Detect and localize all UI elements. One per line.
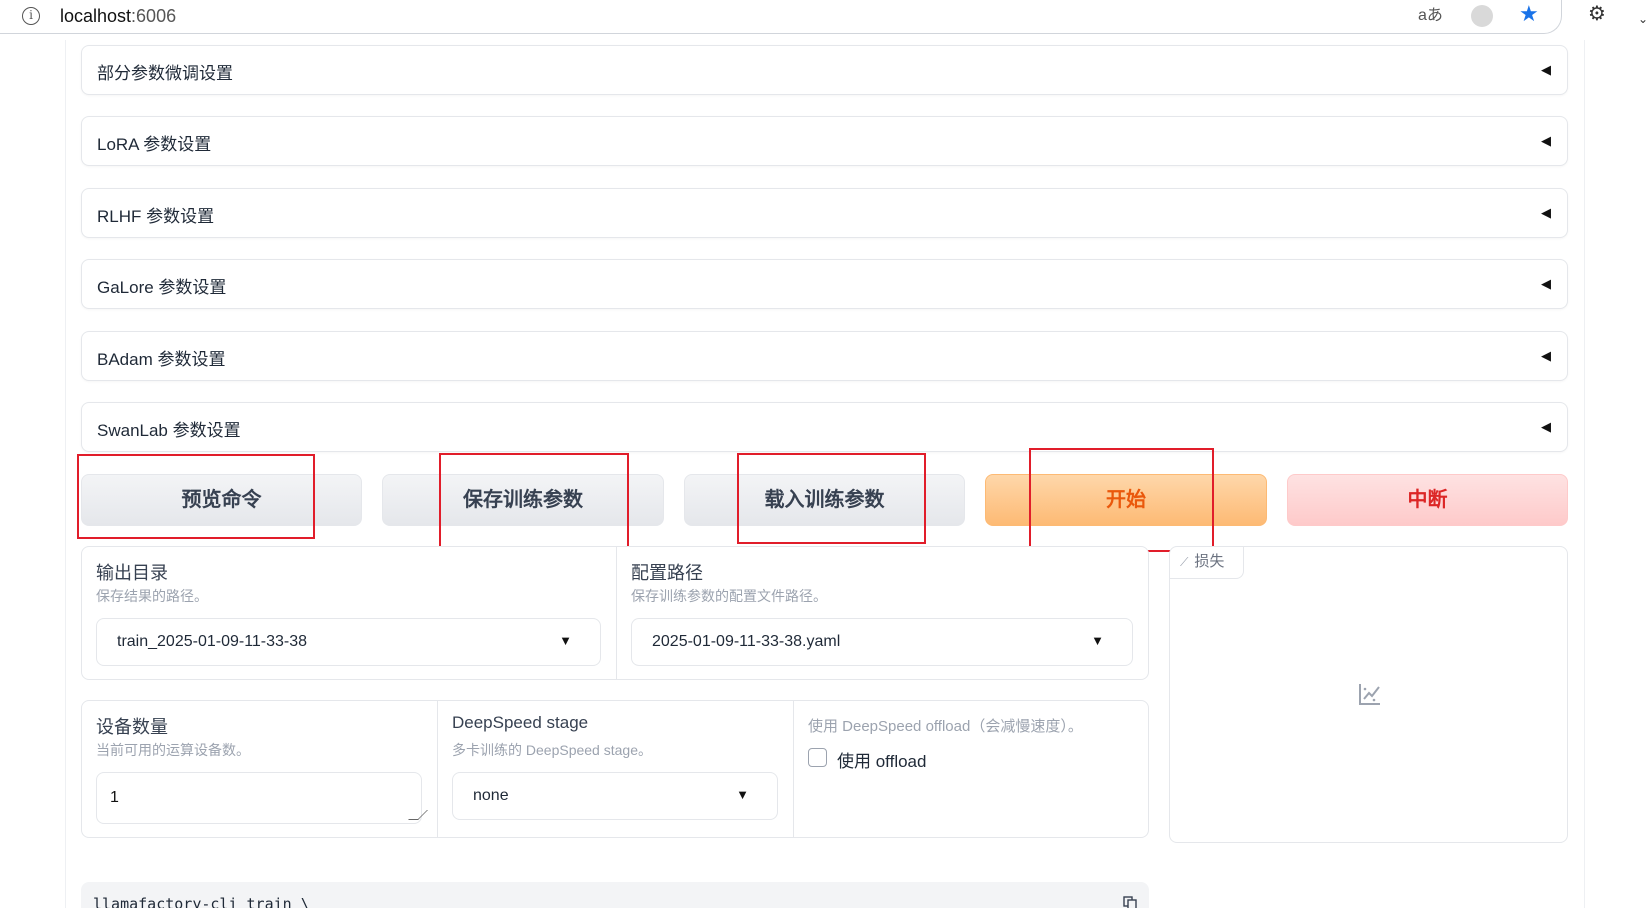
plot-tag-label: 损失 bbox=[1194, 553, 1225, 570]
ds-stage-label: DeepSpeed stage bbox=[452, 713, 589, 732]
ds-offload-checkbox-label[interactable]: 使用 offload bbox=[837, 747, 926, 772]
accordion-lora[interactable]: LoRA 参数设置 ◀ bbox=[81, 116, 1568, 166]
device-count-input[interactable]: 1 bbox=[96, 772, 428, 824]
ds-offload-field: 使用 DeepSpeed offload（会减慢速度）。 使用 offload bbox=[793, 701, 1148, 837]
config-path-dropdown[interactable]: 2025-01-09-11-33-38.yaml ▼ bbox=[631, 618, 1133, 666]
accordion-label: 部分参数微调设置 bbox=[97, 64, 233, 83]
ds-stage-info: 多卡训练的 DeepSpeed stage。 bbox=[452, 742, 652, 758]
chart-icon: ⟋ bbox=[1180, 555, 1189, 569]
device-count-value: 1 bbox=[110, 789, 119, 806]
collapse-arrow-icon: ◀ bbox=[1541, 419, 1551, 434]
caret-down-icon: ▼ bbox=[559, 633, 572, 648]
resize-handle-icon[interactable] bbox=[408, 810, 428, 820]
device-count-info: 当前可用的运算设备数。 bbox=[96, 742, 250, 758]
ds-stage-value: none bbox=[473, 787, 509, 804]
device-settings-panel: 设备数量 当前可用的运算设备数。 1 DeepSpeed stage 多卡训练的… bbox=[81, 700, 1149, 838]
plot-tag: ⟋ 损失 bbox=[1170, 547, 1244, 579]
refresh-icon[interactable] bbox=[1471, 5, 1493, 27]
page-right-rule bbox=[1584, 40, 1585, 908]
collapse-arrow-icon: ◀ bbox=[1541, 62, 1551, 77]
accordion-label: BAdam 参数设置 bbox=[97, 350, 226, 369]
output-dir-value: train_2025-01-09-11-33-38 bbox=[117, 633, 308, 650]
loss-plot-panel: ⟋ 损失 bbox=[1169, 546, 1568, 843]
config-path-field: 配置路径 保存训练参数的配置文件路径。 2025-01-09-11-33-38.… bbox=[616, 547, 1148, 679]
extensions-icon[interactable]: ⚙ bbox=[1588, 3, 1606, 25]
caret-down-icon: ▼ bbox=[736, 787, 749, 802]
address-bar[interactable]: i localhost:6006 aあ ★ bbox=[0, 0, 1562, 34]
accordion-rlhf[interactable]: RLHF 参数设置 ◀ bbox=[81, 188, 1568, 238]
output-settings-panel: 输出目录 保存结果的路径。 train_2025-01-09-11-33-38 … bbox=[81, 546, 1149, 680]
caret-down-icon: ▼ bbox=[1091, 633, 1104, 648]
url-host: localhost bbox=[60, 6, 132, 26]
accordion-freeze-tuning[interactable]: 部分参数微调设置 ◀ bbox=[81, 45, 1568, 95]
device-count-field: 设备数量 当前可用的运算设备数。 1 bbox=[82, 701, 437, 837]
accordion-swanlab[interactable]: SwanLab 参数设置 ◀ bbox=[81, 402, 1568, 452]
ds-stage-dropdown[interactable]: none ▼ bbox=[452, 772, 778, 820]
accordion-label: RLHF 参数设置 bbox=[97, 207, 215, 226]
start-button[interactable]: 开始 bbox=[985, 474, 1267, 526]
command-text: llamafactory-cli train \ bbox=[93, 895, 310, 908]
browser-toolbar: i localhost:6006 aあ ★ ⚙ ⌄ bbox=[0, 0, 1652, 40]
config-path-value: 2025-01-09-11-33-38.yaml bbox=[652, 633, 841, 650]
output-dir-label: 输出目录 bbox=[96, 563, 168, 583]
collapse-arrow-icon: ◀ bbox=[1541, 348, 1551, 363]
bookmark-star-icon[interactable]: ★ bbox=[1519, 3, 1539, 25]
ds-stage-field: DeepSpeed stage 多卡训练的 DeepSpeed stage。 n… bbox=[437, 701, 793, 837]
config-path-label: 配置路径 bbox=[631, 563, 703, 583]
collapse-arrow-icon: ◀ bbox=[1541, 133, 1551, 148]
output-dir-info: 保存结果的路径。 bbox=[96, 588, 208, 604]
preview-command-button[interactable]: 预览命令 bbox=[81, 474, 362, 526]
url-port: :6006 bbox=[131, 6, 177, 26]
stop-button[interactable]: 中断 bbox=[1287, 474, 1568, 526]
accordion-badam[interactable]: BAdam 参数设置 ◀ bbox=[81, 331, 1568, 381]
collapse-arrow-icon: ◀ bbox=[1541, 205, 1551, 220]
accordion-label: SwanLab 参数设置 bbox=[97, 421, 241, 440]
ds-offload-label: 使用 DeepSpeed offload（会减慢速度）。 bbox=[808, 718, 1083, 735]
copy-icon[interactable] bbox=[1123, 896, 1137, 908]
save-args-button[interactable]: 保存训练参数 bbox=[382, 474, 664, 526]
collapse-arrow-icon: ◀ bbox=[1541, 276, 1551, 291]
site-info-icon[interactable]: i bbox=[22, 7, 40, 25]
chevron-down-icon[interactable]: ⌄ bbox=[1638, 8, 1648, 30]
page-left-rule bbox=[65, 40, 66, 908]
output-dir-dropdown[interactable]: train_2025-01-09-11-33-38 ▼ bbox=[96, 618, 601, 666]
accordion-label: LoRA 参数设置 bbox=[97, 135, 212, 154]
load-args-button[interactable]: 载入训练参数 bbox=[684, 474, 965, 526]
ds-offload-checkbox[interactable] bbox=[808, 748, 827, 767]
config-path-info: 保存训练参数的配置文件路径。 bbox=[631, 588, 827, 604]
device-count-label: 设备数量 bbox=[96, 717, 168, 737]
accordion-label: GaLore 参数设置 bbox=[97, 278, 227, 297]
url-text[interactable]: localhost:6006 bbox=[60, 6, 176, 27]
accordion-galore[interactable]: GaLore 参数设置 ◀ bbox=[81, 259, 1568, 309]
empty-chart-icon bbox=[1359, 684, 1380, 705]
translate-icon[interactable]: aあ bbox=[1418, 5, 1443, 27]
output-dir-field: 输出目录 保存结果的路径。 train_2025-01-09-11-33-38 … bbox=[82, 547, 616, 679]
command-preview-block: llamafactory-cli train \ bbox=[81, 882, 1149, 908]
